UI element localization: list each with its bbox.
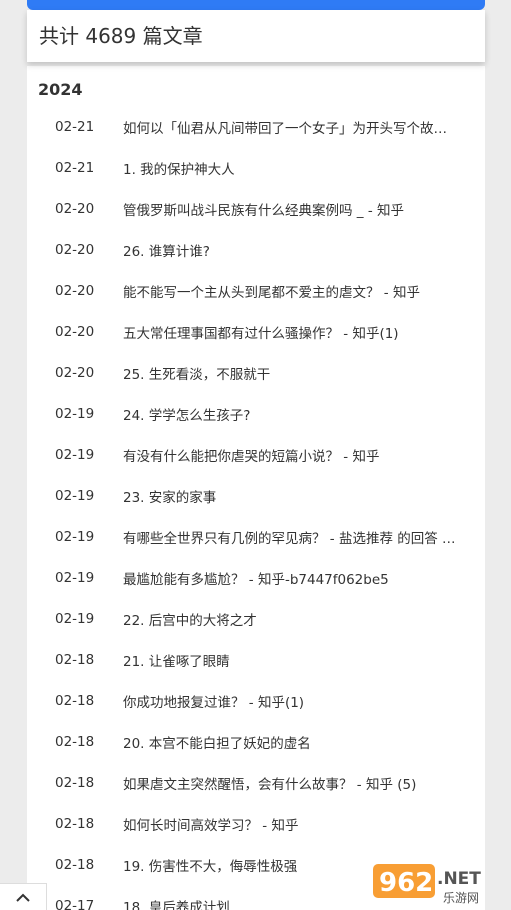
page-header: 共计 4689 篇文章 xyxy=(27,10,485,62)
article-title-link[interactable]: 如果虐文主突然醒悟，会有什么故事？ - 知乎 (5) xyxy=(123,773,458,793)
article-row[interactable]: 02-19 有没有什么能把你虐哭的短篇小说？ - 知乎 xyxy=(27,434,485,475)
article-title-link[interactable]: 24. 学学怎么生孩子? xyxy=(123,404,458,424)
article-row[interactable]: 02-19 最尴尬能有多尴尬？ - 知乎-b7447f062be5 xyxy=(27,557,485,598)
article-row[interactable]: 02-21 如何以「仙君从凡间带回了一个女子」为开头写个故事？ xyxy=(27,106,485,147)
article-row[interactable]: 02-19 24. 学学怎么生孩子? xyxy=(27,393,485,434)
article-date: 02-20 xyxy=(55,282,95,299)
article-row[interactable]: 02-18 21. 让雀啄了眼睛 xyxy=(27,639,485,680)
article-date: 02-21 xyxy=(55,159,95,176)
article-title-link[interactable]: 1. 我的保护神大人 xyxy=(123,158,458,178)
article-row[interactable]: 02-17 18. 皇后养成计划 xyxy=(27,885,485,910)
article-row[interactable]: 02-19 23. 安家的家事 xyxy=(27,475,485,516)
article-title-link[interactable]: 26. 谁算计谁? xyxy=(123,240,458,260)
article-row[interactable]: 02-19 有哪些全世界只有几例的罕见病？ - 盐选推荐 的回答 - 知乎 xyxy=(27,516,485,557)
article-date: 02-18 xyxy=(55,815,95,832)
article-row[interactable]: 02-18 19. 伤害性不大，侮辱性极强 xyxy=(27,844,485,885)
article-date: 02-21 xyxy=(55,118,95,135)
archive-card: 2024 02-21 如何以「仙君从凡间带回了一个女子」为开头写个故事？ 02-21… xyxy=(27,66,485,910)
article-date: 02-20 xyxy=(55,323,95,340)
article-title-link[interactable]: 五大常任理事国都有过什么骚操作？ - 知乎(1) xyxy=(123,322,458,342)
article-row[interactable]: 02-20 26. 谁算计谁? xyxy=(27,229,485,270)
chevron-up-icon xyxy=(16,893,30,902)
article-title-link[interactable]: 23. 安家的家事 xyxy=(123,486,458,506)
article-title-link[interactable]: 你成功地报复过谁？ - 知乎(1) xyxy=(123,691,458,711)
article-date: 02-19 xyxy=(55,487,95,504)
article-title-link[interactable]: 25. 生死看淡，不服就干 xyxy=(123,363,458,383)
article-date: 02-18 xyxy=(55,692,95,709)
article-date: 02-18 xyxy=(55,774,95,791)
article-row[interactable]: 02-18 如何长时间高效学习？ - 知乎 xyxy=(27,803,485,844)
article-count-title: 共计 4689 篇文章 xyxy=(39,24,203,48)
article-title-link[interactable]: 19. 伤害性不大，侮辱性极强 xyxy=(123,855,458,875)
article-row[interactable]: 02-20 能不能写一个主从头到尾都不爱主的虐文？ - 知乎 xyxy=(27,270,485,311)
article-title-link[interactable]: 有没有什么能把你虐哭的短篇小说？ - 知乎 xyxy=(123,445,458,465)
article-list: 02-21 如何以「仙君从凡间带回了一个女子」为开头写个故事？ 02-21 1. 我的… xyxy=(27,106,485,910)
article-title-link[interactable]: 管俄罗斯叫战斗民族有什么经典案例吗 _ - 知乎 xyxy=(123,199,458,219)
article-row[interactable]: 02-18 如果虐文主突然醒悟，会有什么故事？ - 知乎 (5) xyxy=(27,762,485,803)
article-date: 02-19 xyxy=(55,528,95,545)
article-date: 02-20 xyxy=(55,200,95,217)
article-date: 02-20 xyxy=(55,241,95,258)
article-date: 02-19 xyxy=(55,569,95,586)
back-to-top-button[interactable] xyxy=(0,883,47,910)
article-title-link[interactable]: 21. 让雀啄了眼睛 xyxy=(123,650,458,670)
article-date: 02-18 xyxy=(55,651,95,668)
article-title-link[interactable]: 能不能写一个主从头到尾都不爱主的虐文？ - 知乎 xyxy=(123,281,458,301)
article-title-link[interactable]: 如何以「仙君从凡间带回了一个女子」为开头写个故事？ xyxy=(123,117,458,137)
article-title-link[interactable]: 如何长时间高效学习？ - 知乎 xyxy=(123,814,458,834)
article-row[interactable]: 02-20 管俄罗斯叫战斗民族有什么经典案例吗 _ - 知乎 xyxy=(27,188,485,229)
article-row[interactable]: 02-20 25. 生死看淡，不服就干 xyxy=(27,352,485,393)
top-accent-bar xyxy=(27,0,485,10)
article-date: 02-19 xyxy=(55,446,95,463)
article-title-link[interactable]: 22. 后宫中的大将之才 xyxy=(123,609,458,629)
article-date: 02-20 xyxy=(55,364,95,381)
year-heading: 2024 xyxy=(38,80,83,99)
article-date: 02-18 xyxy=(55,856,95,873)
article-title-link[interactable]: 20. 本宫不能白担了妖妃的虚名 xyxy=(123,732,458,752)
article-row[interactable]: 02-18 20. 本宫不能白担了妖妃的虚名 xyxy=(27,721,485,762)
article-row[interactable]: 02-18 你成功地报复过谁？ - 知乎(1) xyxy=(27,680,485,721)
article-date: 02-19 xyxy=(55,405,95,422)
article-date: 02-18 xyxy=(55,733,95,750)
article-title-link[interactable]: 最尴尬能有多尴尬？ - 知乎-b7447f062be5 xyxy=(123,568,458,588)
article-row[interactable]: 02-21 1. 我的保护神大人 xyxy=(27,147,485,188)
article-title-link[interactable]: 有哪些全世界只有几例的罕见病？ - 盐选推荐 的回答 - 知乎 xyxy=(123,527,458,547)
article-date: 02-19 xyxy=(55,610,95,627)
article-row[interactable]: 02-19 22. 后宫中的大将之才 xyxy=(27,598,485,639)
article-title-link[interactable]: 18. 皇后养成计划 xyxy=(123,896,458,910)
article-row[interactable]: 02-20 五大常任理事国都有过什么骚操作？ - 知乎(1) xyxy=(27,311,485,352)
